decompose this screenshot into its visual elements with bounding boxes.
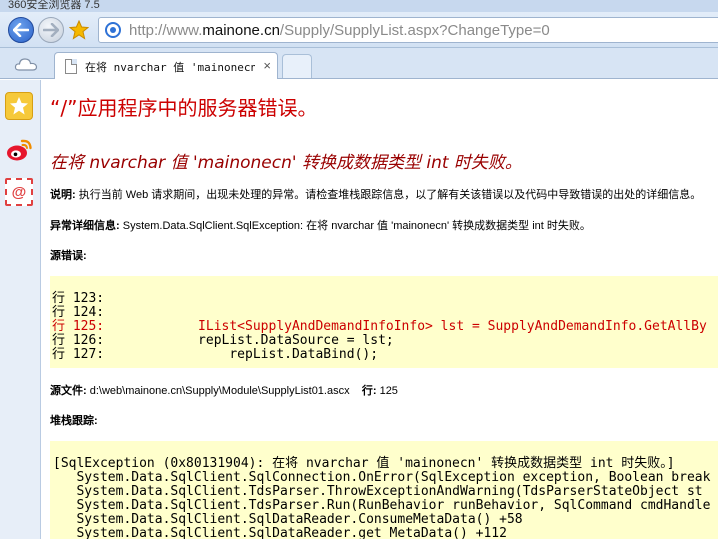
stack-trace-block: [SqlException (0x80131904): 在将 nvarchar … [50, 441, 718, 539]
source-line: 行 127: repList.DataBind(); [52, 347, 379, 362]
description-line: 说明: 执行当前 Web 请求期间，出现未处理的异常。请检查堆栈跟踪信息，以了解… [50, 186, 701, 202]
star-icon [10, 97, 28, 115]
source-error-label: 源错误: [50, 250, 87, 262]
error-title: 在将 nvarchar 值 'mainonecn' 转换成数据类型 int 时失… [50, 153, 522, 173]
address-bar[interactable]: http://www.mainone.cn/Supply/SupplyList.… [98, 17, 718, 43]
sidebar-weibo-button[interactable] [5, 136, 33, 164]
source-file-path: d:\web\mainone.cn\Supply\Module\SupplyLi… [86, 385, 350, 397]
url-path: /Supply/SupplyList.aspx?ChangeType=0 [279, 22, 550, 39]
tab-title: 在将 nvarchar 值 'mainonecn' [85, 61, 255, 74]
arrow-right-icon [43, 23, 59, 37]
description-text: 执行当前 Web 请求期间，出现未处理的异常。请检查堆栈跟踪信息，以了解有关该错… [75, 189, 702, 201]
stack-trace-label: 堆栈跟踪: [50, 415, 98, 427]
sidebar-favorites-button[interactable] [5, 92, 33, 120]
exception-text: System.Data.SqlClient.SqlException: 在将 n… [119, 220, 591, 232]
back-button[interactable] [8, 17, 34, 43]
tab-strip: 在将 nvarchar 值 'mainonecn' × [0, 48, 718, 79]
source-line: 行 123: [52, 291, 105, 306]
sidebar-mail-button[interactable]: @ [5, 178, 33, 206]
stack-line: [SqlException (0x80131904): 在将 nvarchar … [53, 456, 675, 471]
source-file-label: 源文件: [50, 385, 87, 397]
arrow-left-icon [13, 23, 29, 37]
url-host: mainone.cn [202, 22, 280, 39]
mail-icon: @ [11, 183, 27, 201]
star-icon [69, 20, 89, 40]
source-code-block: 行 123: 行 124: 行 125: IList<SupplyAndDema… [50, 276, 718, 368]
page-icon [65, 59, 77, 74]
cloud-icon [14, 58, 38, 71]
page-content: “/”应用程序中的服务器错误。 在将 nvarchar 值 'mainonecn… [42, 80, 718, 539]
tab-active[interactable]: 在将 nvarchar 值 'mainonecn' × [54, 52, 278, 79]
window-titlebar: 360安全浏览器 7.5 [0, 0, 718, 12]
stack-line: System.Data.SqlClient.TdsParser.Run(RunB… [53, 498, 711, 513]
stack-line: System.Data.SqlClient.SqlDataReader.Cons… [53, 512, 523, 527]
source-line: 行 124: [52, 305, 105, 320]
tab-close-icon[interactable]: × [263, 58, 271, 73]
favorite-button[interactable] [68, 19, 90, 41]
stack-line: System.Data.SqlClient.SqlDataReader.get_… [53, 526, 507, 539]
source-file-line: 源文件: d:\web\mainone.cn\Supply\Module\Sup… [50, 382, 398, 398]
page-heading: “/”应用程序中的服务器错误。 [50, 96, 318, 120]
address-url: http://www.mainone.cn/Supply/SupplyList.… [129, 22, 550, 39]
window-title: 360安全浏览器 7.5 [8, 0, 100, 11]
forward-button[interactable] [38, 17, 64, 43]
navigation-bar: http://www.mainone.cn/Supply/SupplyList.… [0, 12, 718, 48]
exception-label: 异常详细信息: [50, 220, 120, 232]
line-number: 125 [376, 385, 398, 397]
source-line: 行 126: repList.DataSource = lst; [52, 333, 394, 348]
weibo-icon [7, 139, 32, 161]
cloud-button[interactable] [14, 56, 38, 72]
description-label: 说明: [50, 189, 76, 201]
exception-details-line: 异常详细信息: System.Data.SqlClient.SqlExcepti… [50, 217, 591, 233]
url-prefix: http://www. [129, 22, 203, 39]
stack-line: System.Data.SqlClient.TdsParser.ThrowExc… [53, 484, 703, 499]
source-line-error: 行 125: IList<SupplyAndDemandInfoInfo> ls… [52, 319, 707, 334]
new-tab-button[interactable] [282, 54, 312, 78]
sidebar: @ [0, 80, 41, 539]
stack-line: System.Data.SqlClient.SqlConnection.OnEr… [53, 470, 711, 485]
line-label: 行: [361, 385, 377, 397]
browser-ie-icon [105, 22, 121, 38]
